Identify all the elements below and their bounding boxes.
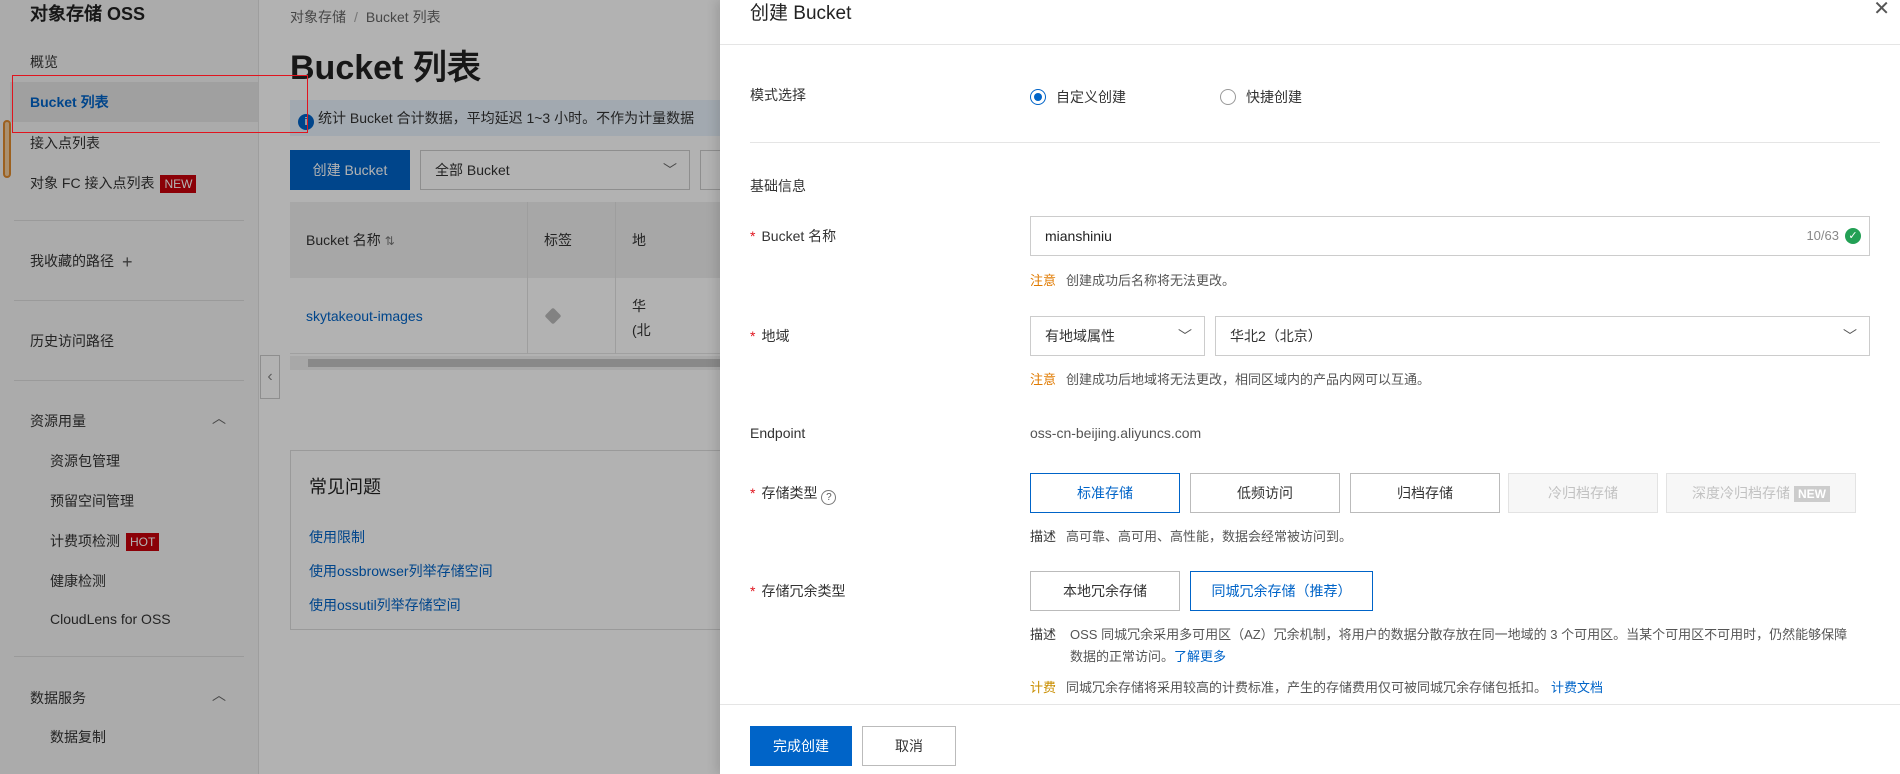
check-circle-icon: ✓ xyxy=(1845,228,1861,244)
region-label: * 地域 xyxy=(750,328,790,344)
redundancy-zone-option[interactable]: 同城冗余存储（推荐） xyxy=(1190,571,1373,611)
redundancy-label: * 存储冗余类型 xyxy=(750,583,846,599)
region-hint: 注意 创建成功后地域将无法更改，相同区域内的产品内网可以互通。 xyxy=(1030,372,1431,387)
storage-archive-option[interactable]: 归档存储 xyxy=(1350,473,1500,513)
input-value: mianshiniu xyxy=(1045,228,1112,244)
endpoint-label: Endpoint xyxy=(750,425,806,441)
storage-deep-cold-archive-option: 深度冷归档存储 NEW xyxy=(1666,473,1856,513)
radio-checked-icon xyxy=(1030,89,1046,105)
storage-infrequent-option[interactable]: 低频访问 xyxy=(1190,473,1340,513)
bucket-name-hint: 注意 创建成功后名称将无法更改。 xyxy=(1030,273,1236,288)
chevron-down-icon: ﹀ xyxy=(1843,328,1857,344)
storage-standard-option[interactable]: 标准存储 xyxy=(1030,473,1180,513)
learn-more-link[interactable]: 了解更多 xyxy=(1174,649,1226,664)
redundancy-desc: 描述 OSS 同城冗余采用多可用区（AZ）冗余机制，将用户的数据分散存放在同一地… xyxy=(1030,627,1848,664)
chevron-down-icon: ﹀ xyxy=(1178,328,1192,344)
cancel-button[interactable]: 取消 xyxy=(862,726,956,766)
bucket-name-label: * Bucket 名称 xyxy=(750,228,837,244)
storage-class-desc: 描述 高可靠、高可用、高性能，数据会经常被访问到。 xyxy=(1030,529,1353,544)
create-bucket-drawer: 创建 Bucket ✕ 模式选择 自定义创建 快捷创建 基础信息 * Bucket… xyxy=(720,0,1900,774)
region-attribute-select[interactable]: 有地域属性 ﹀ xyxy=(1030,316,1205,356)
new-badge: NEW xyxy=(1794,486,1830,502)
billing-doc-link[interactable]: 计费文档 xyxy=(1551,680,1603,695)
close-icon[interactable]: ✕ xyxy=(1873,0,1890,21)
section-basic-info: 基础信息 xyxy=(750,178,806,194)
bucket-name-input[interactable]: mianshiniu 10/63 ✓ xyxy=(1030,216,1870,256)
char-counter: 10/63 xyxy=(1806,228,1839,243)
divider xyxy=(720,704,1900,705)
region-select[interactable]: 华北2（北京） ﹀ xyxy=(1215,316,1870,356)
redundancy-billing: 计费 同城冗余存储将采用较高的计费标准，产生的存储费用仅可被同城冗余存储包抵扣。计… xyxy=(1030,680,1604,695)
redundancy-local-option[interactable]: 本地冗余存储 xyxy=(1030,571,1180,611)
complete-create-button[interactable]: 完成创建 xyxy=(750,726,852,766)
radio-custom-create[interactable]: 自定义创建 xyxy=(1030,87,1126,107)
drawer-title: 创建 Bucket xyxy=(750,3,852,24)
help-icon[interactable]: ? xyxy=(821,490,837,505)
mode-label: 模式选择 xyxy=(750,87,806,103)
radio-quick-create[interactable]: 快捷创建 xyxy=(1220,87,1302,107)
storage-class-label: * 存储类型? xyxy=(750,483,837,505)
divider xyxy=(720,44,1900,45)
endpoint-value: oss-cn-beijing.aliyuncs.com xyxy=(1030,425,1202,441)
divider xyxy=(750,142,1880,143)
radio-unchecked-icon xyxy=(1220,89,1236,105)
storage-cold-archive-option: 冷归档存储 xyxy=(1508,473,1658,513)
highlight-annotation-box xyxy=(12,75,308,133)
